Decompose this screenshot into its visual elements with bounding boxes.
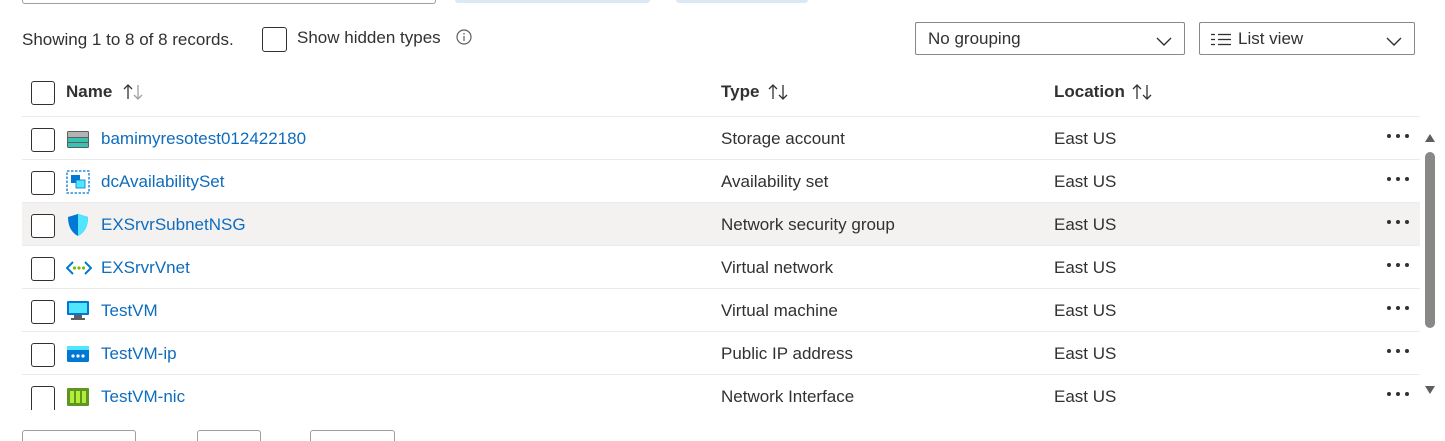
records-count-text: Showing 1 to 8 of 8 records. — [22, 30, 234, 49]
chevron-down-icon — [1156, 32, 1172, 52]
resource-name-link[interactable]: TestVM — [101, 301, 158, 321]
network-interface-icon — [66, 385, 90, 409]
column-header-name[interactable]: Name — [66, 82, 112, 102]
resource-type: Virtual machine — [721, 301, 838, 320]
sort-icon[interactable] — [1131, 83, 1155, 106]
row-checkbox[interactable] — [31, 343, 55, 367]
sort-icon[interactable] — [767, 83, 791, 106]
resource-type: Storage account — [721, 129, 845, 148]
resource-name-link[interactable]: bamimyresotest012422180 — [101, 129, 306, 149]
resource-location: East US — [1054, 129, 1117, 148]
sort-icon[interactable] — [122, 83, 146, 106]
show-hidden-types-checkbox[interactable] — [262, 27, 287, 52]
list-view-icon — [1211, 32, 1233, 52]
more-options-icon[interactable] — [1384, 167, 1412, 191]
more-options-icon[interactable] — [1384, 339, 1412, 363]
more-options-icon[interactable] — [1384, 124, 1412, 148]
table-row[interactable]: EXSrvrVnet Virtual network East US — [22, 246, 1420, 289]
table-row[interactable]: TestVM Virtual machine East US — [22, 289, 1420, 332]
row-checkbox[interactable] — [31, 386, 55, 410]
pagination-control-fragment — [310, 430, 395, 441]
view-dropdown[interactable]: List view — [1199, 22, 1415, 55]
column-header-type[interactable]: Type — [721, 82, 759, 102]
top-button-fragment — [455, 0, 650, 3]
availability-set-icon — [66, 170, 90, 194]
top-input-fragment — [22, 0, 436, 4]
network-security-group-icon — [66, 213, 90, 237]
info-icon[interactable] — [456, 29, 472, 50]
resource-type: Network security group — [721, 215, 895, 234]
chevron-down-icon — [1386, 32, 1402, 52]
resource-location: East US — [1054, 301, 1117, 320]
virtual-machine-icon — [66, 299, 90, 323]
grouping-dropdown[interactable]: No grouping — [915, 22, 1185, 55]
virtual-network-icon — [65, 256, 93, 280]
row-clip — [0, 402, 1420, 405]
table-row[interactable]: bamimyresotest012422180 Storage account … — [22, 117, 1420, 160]
show-hidden-types-label: Show hidden types — [297, 28, 441, 47]
public-ip-icon — [66, 342, 90, 366]
top-button-fragment — [676, 0, 808, 3]
resource-name-link[interactable]: TestVM-ip — [101, 344, 177, 364]
scroll-up-arrow-icon[interactable] — [1424, 128, 1436, 148]
table-header: Name Type Location — [22, 70, 1420, 117]
select-all-checkbox[interactable] — [31, 81, 55, 105]
resource-type: Virtual network — [721, 258, 834, 277]
resource-type: Availability set — [721, 172, 829, 191]
resource-location: East US — [1054, 215, 1117, 234]
scrollbar-thumb[interactable] — [1425, 152, 1435, 328]
pagination-control-fragment — [197, 430, 261, 441]
table-row[interactable]: dcAvailabilitySet Availability set East … — [22, 160, 1420, 203]
view-value: List view — [1238, 29, 1304, 48]
more-options-icon[interactable] — [1384, 253, 1412, 277]
table-row[interactable]: TestVM-ip Public IP address East US — [22, 332, 1420, 375]
table-row[interactable]: TestVM-nic Network Interface East US — [22, 375, 1420, 418]
pagination-control-fragment — [22, 430, 136, 441]
resource-name-link[interactable]: EXSrvrVnet — [101, 258, 190, 278]
row-checkbox[interactable] — [31, 300, 55, 324]
grouping-value: No grouping — [928, 29, 1021, 48]
row-checkbox[interactable] — [31, 171, 55, 195]
row-checkbox[interactable] — [31, 214, 55, 238]
table-row[interactable]: EXSrvrSubnetNSG Network security group E… — [22, 203, 1420, 246]
more-options-icon[interactable] — [1384, 296, 1412, 320]
scroll-down-arrow-icon[interactable] — [1424, 380, 1436, 400]
resource-name-link[interactable]: EXSrvrSubnetNSG — [101, 215, 246, 235]
resource-location: East US — [1054, 344, 1117, 363]
column-header-location[interactable]: Location — [1054, 82, 1125, 102]
resource-location: East US — [1054, 258, 1117, 277]
resource-type: Public IP address — [721, 344, 853, 363]
resource-name-link[interactable]: dcAvailabilitySet — [101, 172, 224, 192]
row-checkbox[interactable] — [31, 257, 55, 281]
resource-location: East US — [1054, 172, 1117, 191]
more-options-icon[interactable] — [1384, 210, 1412, 234]
row-checkbox[interactable] — [31, 128, 55, 152]
storage-account-icon — [66, 127, 90, 151]
